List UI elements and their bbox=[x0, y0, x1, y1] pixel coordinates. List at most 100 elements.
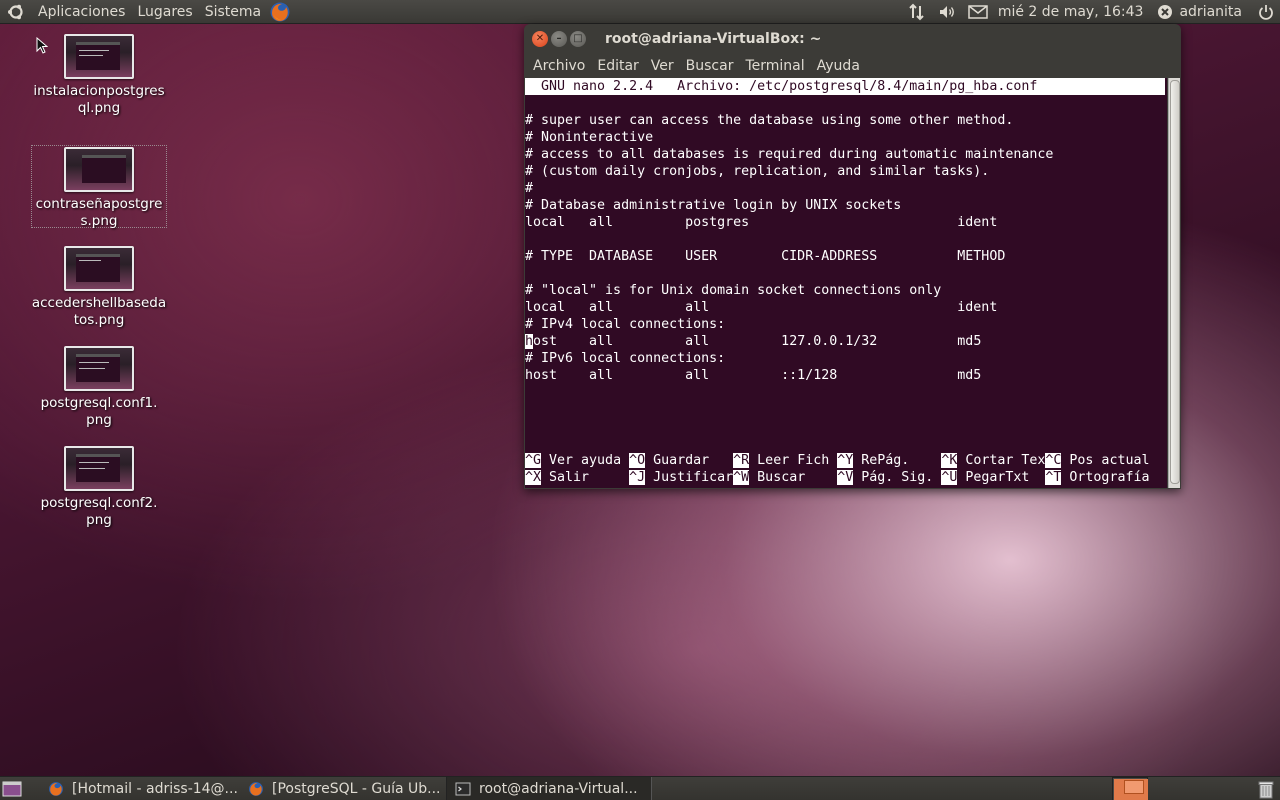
shortcut-key: ^V bbox=[837, 470, 854, 485]
text-cursor: h bbox=[525, 334, 534, 349]
shortcut-row: ^G Ver ayuda ^O Guardar ^R Leer Fich ^Y … bbox=[525, 452, 1149, 469]
image-thumbnail-icon bbox=[64, 446, 134, 491]
file-line: local all postgres ident bbox=[525, 215, 998, 230]
menu-archivo[interactable]: Archivo bbox=[527, 58, 591, 74]
power-icon[interactable] bbox=[1252, 0, 1280, 24]
shortcut-label: RePág. bbox=[853, 453, 942, 468]
shortcut-key: ^U bbox=[941, 470, 958, 485]
terminal-scrollbar[interactable] bbox=[1168, 78, 1180, 488]
user-menu[interactable]: adrianita bbox=[1179, 4, 1252, 20]
file-name-line: png bbox=[86, 412, 112, 428]
ubuntu-logo-icon[interactable] bbox=[6, 2, 26, 22]
firefox-icon[interactable] bbox=[269, 1, 291, 23]
shortcut-key: ^R bbox=[733, 453, 750, 468]
file-line: # IPv6 local connections: bbox=[525, 351, 726, 366]
maximize-icon[interactable]: □ bbox=[570, 31, 586, 47]
menu-aplicaciones[interactable]: Aplicaciones bbox=[32, 0, 131, 24]
taskbar-label: root@adriana-Virtual... bbox=[479, 781, 638, 797]
desktop-file-icon[interactable]: instalacionpostgres ql.png bbox=[31, 34, 167, 117]
file-line: # super user can access the database usi… bbox=[525, 113, 1014, 128]
file-name-line: accedershellbaseda bbox=[31, 295, 167, 311]
shortcut-key: ^G bbox=[525, 453, 542, 468]
shortcut-label: Ortografía bbox=[1061, 470, 1150, 485]
terminal-icon bbox=[455, 781, 471, 797]
taskbar-item-terminal[interactable]: root@adriana-Virtual... bbox=[446, 777, 652, 800]
file-line: # Database administrative login by UNIX … bbox=[525, 198, 902, 213]
close-icon[interactable]: ✕ bbox=[532, 31, 548, 47]
terminal-screen[interactable]: GNU nano 2.2.4 Archivo: /etc/postgresql/… bbox=[525, 78, 1167, 488]
file-name-line: png bbox=[86, 512, 112, 528]
shortcut-row: ^X Salir ^J Justificar^W Buscar ^V Pág. … bbox=[525, 469, 1149, 486]
shortcut-label: Salir bbox=[541, 470, 630, 485]
file-name-line: postgresql.conf1. bbox=[40, 395, 158, 411]
nano-header: GNU nano 2.2.4 Archivo: /etc/postgresql/… bbox=[525, 78, 1165, 95]
menu-ver[interactable]: Ver bbox=[645, 58, 680, 74]
shortcut-key: ^T bbox=[1045, 470, 1062, 485]
shortcut-label: Ver ayuda bbox=[541, 453, 630, 468]
file-line: # (custom daily cronjobs, replication, a… bbox=[525, 164, 990, 179]
file-name-line: instalacionpostgres bbox=[33, 83, 165, 99]
terminal-window[interactable]: ✕ – □ root@adriana-VirtualBox: ~ Archivo… bbox=[524, 24, 1181, 489]
file-name-line: s.png bbox=[80, 213, 118, 229]
desktop-file-icon[interactable]: postgresql.conf2. png bbox=[31, 446, 167, 529]
clock[interactable]: mié 2 de may, 16:43 bbox=[994, 4, 1152, 20]
menu-buscar[interactable]: Buscar bbox=[680, 58, 740, 74]
menu-ayuda[interactable]: Ayuda bbox=[811, 58, 866, 74]
shortcut-key: ^O bbox=[629, 453, 646, 468]
taskbar-label: [Hotmail - adriss-14@... bbox=[72, 781, 238, 797]
file-line: # TYPE DATABASE USER CIDR-ADDRESS METHOD bbox=[525, 249, 1006, 264]
shortcut-label: Pos actual bbox=[1061, 453, 1150, 468]
shortcut-key: ^W bbox=[733, 470, 750, 485]
shortcut-label: Guardar bbox=[645, 453, 734, 468]
file-name-line: postgresql.conf2. bbox=[40, 495, 158, 511]
menu-lugares[interactable]: Lugares bbox=[131, 0, 198, 24]
image-thumbnail-icon bbox=[64, 147, 134, 192]
trash-icon[interactable] bbox=[1256, 779, 1276, 799]
show-desktop-icon[interactable] bbox=[2, 780, 22, 798]
shortcut-key: ^X bbox=[525, 470, 542, 485]
file-line: # access to all databases is required du… bbox=[525, 147, 1054, 162]
top-panel: Aplicaciones Lugares Sistema mié 2 de ma… bbox=[0, 0, 1280, 24]
shortcut-key: ^Y bbox=[837, 453, 854, 468]
title-bar[interactable]: ✕ – □ root@adriana-VirtualBox: ~ bbox=[524, 24, 1181, 54]
menu-terminal[interactable]: Terminal bbox=[739, 58, 810, 74]
shortcut-label: Cortar Tex bbox=[957, 453, 1046, 468]
file-line: # "local" is for Unix domain socket conn… bbox=[525, 283, 942, 298]
file-line: host all all ::1/128 md5 bbox=[525, 368, 982, 383]
network-icon[interactable] bbox=[902, 0, 932, 24]
shortcut-label: Leer Fich bbox=[749, 453, 838, 468]
file-line: # Noninteractive bbox=[525, 130, 654, 145]
mail-icon[interactable] bbox=[962, 0, 994, 24]
desktop-file-icon[interactable]: postgresql.conf1. png bbox=[31, 346, 167, 429]
image-thumbnail-icon bbox=[64, 34, 134, 79]
shortcut-label: PegarTxt bbox=[957, 470, 1046, 485]
shortcut-key: ^K bbox=[941, 453, 958, 468]
shortcut-key: ^C bbox=[1045, 453, 1062, 468]
desktop-file-icon[interactable]: accedershellbaseda tos.png bbox=[31, 246, 167, 329]
window-title: root@adriana-VirtualBox: ~ bbox=[605, 31, 822, 47]
taskbar-item-postgresql[interactable]: [PostgreSQL - Guía Ub... bbox=[240, 777, 444, 800]
minimize-icon[interactable]: – bbox=[551, 31, 567, 47]
file-line: local all all ident bbox=[525, 300, 998, 315]
file-line: # IPv4 local connections: bbox=[525, 317, 726, 332]
file-line-rest: ost all all 127.0.0.1/32 md5 bbox=[533, 334, 982, 349]
shortcut-label: Justificar bbox=[645, 470, 734, 485]
menu-sistema[interactable]: Sistema bbox=[199, 0, 267, 24]
volume-icon[interactable] bbox=[932, 0, 962, 24]
scrollbar-thumb[interactable] bbox=[1170, 80, 1180, 484]
menu-editar[interactable]: Editar bbox=[591, 58, 644, 74]
workspace-window-preview bbox=[1124, 780, 1144, 794]
shortcut-key: ^J bbox=[629, 470, 646, 485]
shortcut-label: Buscar bbox=[749, 470, 838, 485]
shortcut-label: Pág. Sig. bbox=[853, 470, 942, 485]
user-status-icon bbox=[1151, 0, 1179, 24]
firefox-icon bbox=[48, 781, 64, 797]
file-line-cursor: host all all 127.0.0.1/32 md5 bbox=[525, 333, 981, 350]
file-name-line: ql.png bbox=[77, 100, 121, 116]
workspace-switcher[interactable] bbox=[1112, 777, 1148, 800]
image-thumbnail-icon bbox=[64, 246, 134, 291]
image-thumbnail-icon bbox=[64, 346, 134, 391]
desktop-file-icon[interactable]: contraseñapostgre s.png bbox=[31, 145, 167, 229]
terminal-menubar: Archivo Editar Ver Buscar Terminal Ayuda bbox=[524, 54, 1181, 78]
taskbar-item-hotmail[interactable]: [Hotmail - adriss-14@... bbox=[40, 777, 238, 800]
